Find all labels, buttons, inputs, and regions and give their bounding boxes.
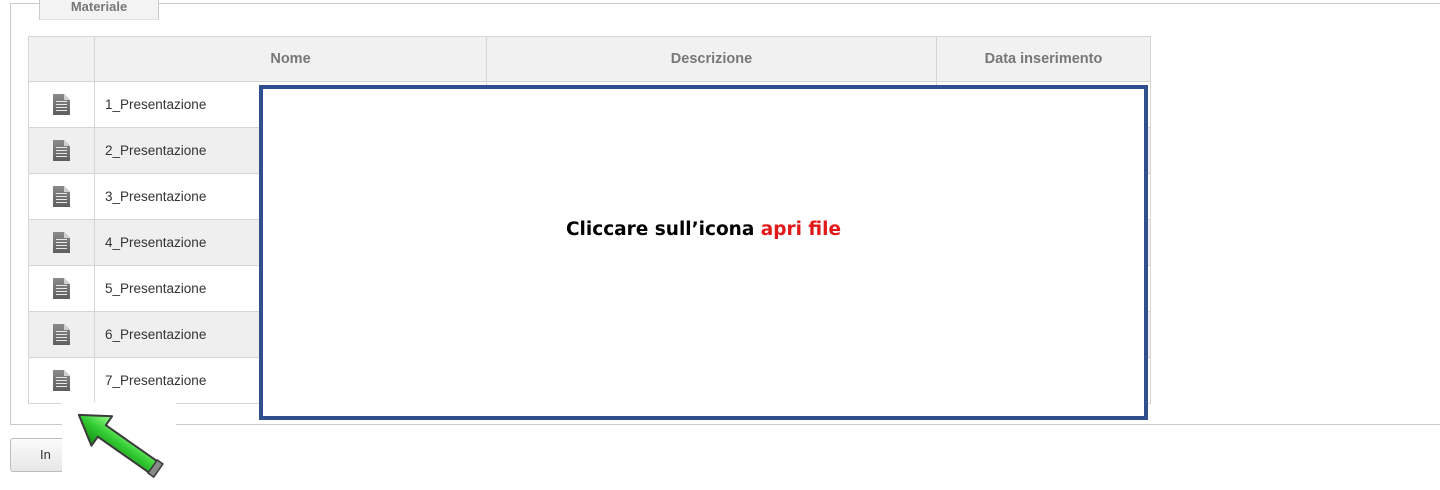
document-icon[interactable] xyxy=(53,232,70,253)
table-header-row: Nome Descrizione Data inserimento xyxy=(28,36,1151,82)
instruction-text: Cliccare sull’icona apri file xyxy=(263,219,1144,240)
icon-cell xyxy=(28,173,95,220)
icon-cell xyxy=(28,357,95,404)
instruction-callout: Cliccare sull’icona apri file xyxy=(259,85,1148,420)
document-icon[interactable] xyxy=(53,94,70,115)
icon-cell xyxy=(28,81,95,128)
header-name[interactable]: Nome xyxy=(94,36,487,82)
panel-title: Materiale xyxy=(39,0,159,20)
instruction-text-highlight: apri file xyxy=(760,219,842,240)
document-icon[interactable] xyxy=(53,370,70,391)
icon-cell xyxy=(28,127,95,174)
header-date[interactable]: Data inserimento xyxy=(936,36,1151,82)
icon-cell xyxy=(28,311,95,358)
icon-cell xyxy=(28,265,95,312)
document-icon[interactable] xyxy=(53,278,70,299)
document-icon[interactable] xyxy=(53,186,70,207)
pointer-arrow xyxy=(62,402,176,485)
instruction-text-main: Cliccare sull’icona xyxy=(565,219,761,240)
header-description[interactable]: Descrizione xyxy=(486,36,937,82)
icon-cell xyxy=(28,219,95,266)
green-arrow-icon xyxy=(77,413,164,479)
document-icon[interactable] xyxy=(53,140,70,161)
document-icon[interactable] xyxy=(53,324,70,345)
header-icon-column xyxy=(28,36,95,82)
